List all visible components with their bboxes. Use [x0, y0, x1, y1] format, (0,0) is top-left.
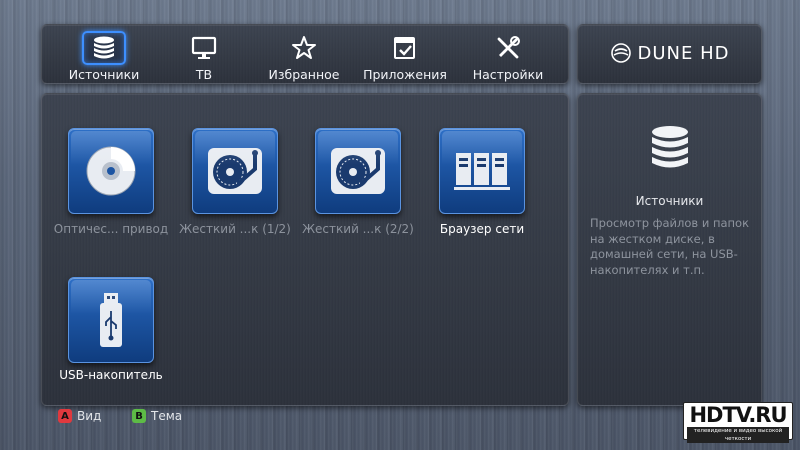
nav-item-tv[interactable]: ТВ	[174, 25, 234, 85]
nav-label: Приложения	[363, 67, 447, 82]
sources-grid: Оптичес... привод Жесткий ...к (1/2) Жес…	[41, 93, 569, 406]
dune-hd-logo: DUNE HD	[578, 42, 761, 64]
tile-label: USB-накопитель	[59, 368, 163, 382]
tv-icon	[182, 31, 226, 65]
hard-disk-icon	[208, 148, 262, 194]
tile-usb-drive[interactable]	[68, 277, 154, 363]
dune-logo-icon	[610, 43, 631, 63]
database-icon	[82, 31, 126, 65]
optical-disc-icon	[86, 146, 136, 196]
database-icon	[648, 124, 692, 180]
hint-label: Вид	[77, 409, 102, 423]
info-title: Источники	[635, 194, 704, 208]
info-description: Просмотр файлов и папок на жестком диске…	[590, 216, 750, 277]
nav-label: Настройки	[472, 67, 544, 82]
tile-hard-disk-1[interactable]	[192, 128, 278, 214]
hint-theme[interactable]: B Тема	[132, 409, 182, 423]
star-icon	[282, 31, 326, 65]
nav-item-settings[interactable]: Настройки	[466, 25, 550, 85]
tile-network-browser[interactable]	[439, 128, 525, 214]
nav-label: Источники	[68, 67, 140, 82]
top-navigation-bar: Источники ТВ Избранное Приложения Настро…	[41, 24, 569, 84]
apps-icon	[383, 31, 427, 65]
nav-label: Избранное	[268, 67, 340, 82]
network-servers-icon	[454, 153, 510, 190]
hint-view[interactable]: A Вид	[58, 409, 101, 423]
key-b-green: B	[132, 409, 146, 423]
tile-hard-disk-2[interactable]	[315, 128, 401, 214]
tile-label: Оптичес... привод	[53, 222, 169, 236]
tile-optical-drive[interactable]	[68, 128, 154, 214]
nav-item-applications[interactable]: Приложения	[362, 25, 448, 85]
watermark-text: HDTV.RU	[689, 403, 787, 427]
hdtv-watermark: HDTV.RU телевидение и видео высокой четк…	[683, 402, 793, 443]
watermark-subtext: телевидение и видео высокой четкости	[687, 427, 789, 443]
key-a-red: A	[58, 409, 72, 423]
tile-label: Браузер сети	[439, 222, 525, 236]
logo-panel: DUNE HD	[577, 24, 762, 84]
nav-label: ТВ	[195, 67, 213, 82]
usb-drive-icon	[100, 293, 122, 347]
tile-label: Жесткий ...к (1/2)	[179, 222, 291, 236]
hard-disk-icon	[331, 148, 385, 194]
tile-label: Жесткий ...к (2/2)	[302, 222, 414, 236]
tools-icon	[486, 31, 530, 65]
hint-label: Тема	[151, 409, 183, 423]
nav-item-favorites[interactable]: Избранное	[266, 25, 342, 85]
logo-text: DUNE HD	[637, 42, 730, 64]
nav-item-sources[interactable]: Источники	[64, 25, 144, 85]
info-panel: Источники Просмотр файлов и папок на жес…	[577, 93, 762, 406]
